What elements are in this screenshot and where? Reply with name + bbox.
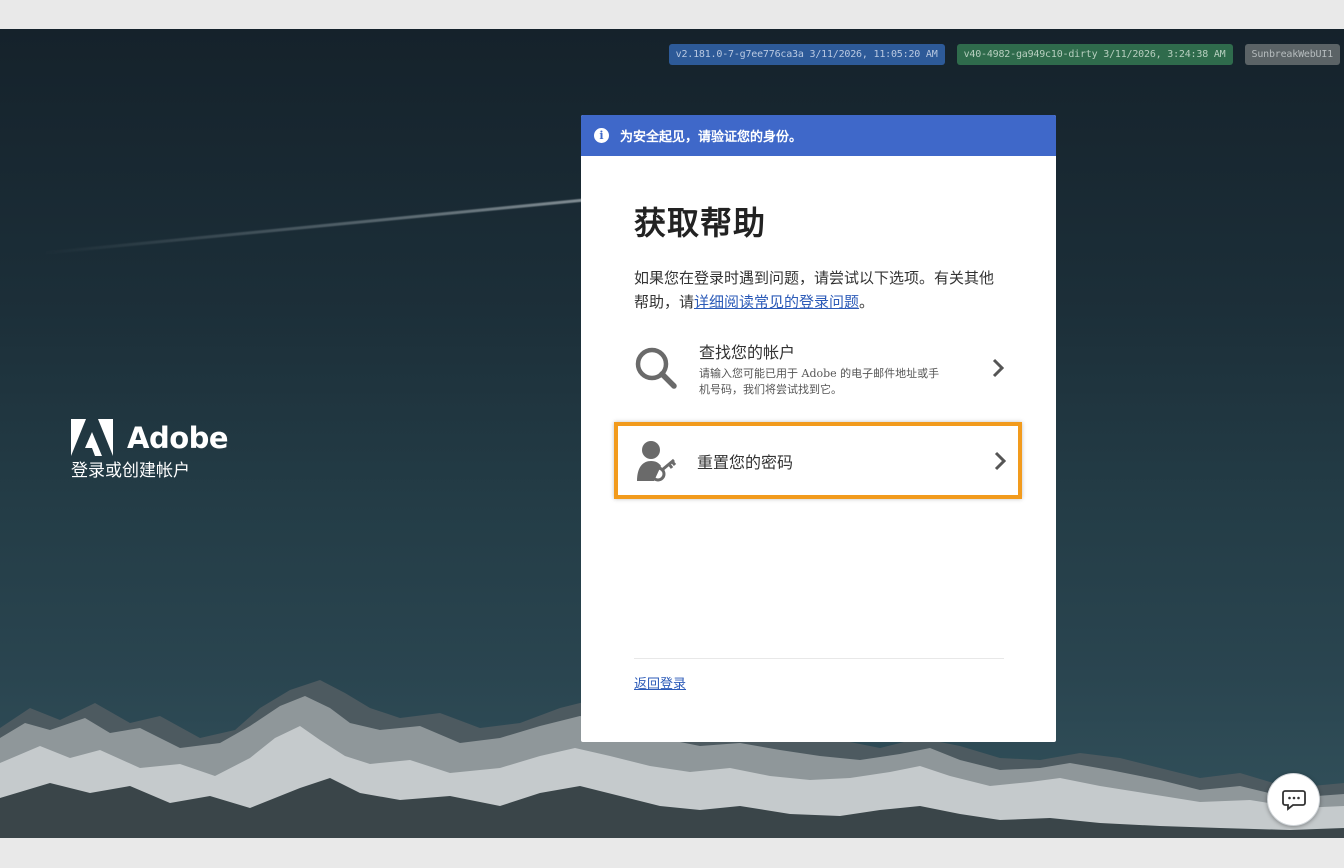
brand-name: Adobe	[127, 420, 229, 455]
footer-divider	[634, 658, 1004, 659]
contrail-decoration	[42, 197, 601, 255]
chat-button[interactable]	[1267, 773, 1320, 826]
reset-password-option[interactable]: 重置您的密码	[614, 422, 1022, 499]
app-name-badge: SunbreakWebUI1	[1244, 44, 1340, 65]
get-help-card: i 为安全起见，请验证您的身份。 获取帮助 如果您在登录时遇到问题，请尝试以下选…	[581, 115, 1056, 742]
reset-password-title: 重置您的密码	[697, 452, 794, 472]
brand-block: Adobe 登录或创建帐户	[71, 419, 229, 481]
build-version-badge: v2.181.0-7-g7ee776ca3a 3/11/2026, 11:05:…	[668, 44, 945, 65]
find-account-title: 查找您的帐户	[699, 342, 796, 362]
intro-suffix: 。	[859, 293, 875, 311]
security-notice-banner: i 为安全起见，请验证您的身份。	[581, 115, 1056, 156]
chevron-right-icon	[994, 451, 1006, 470]
login-background: v2.181.0-7-g7ee776ca3a 3/11/2026, 11:05:…	[0, 29, 1344, 838]
find-account-description: 请输入您可能已用于 Adobe 的电子邮件地址或手机号码，我们将尝试找到它。	[699, 366, 940, 396]
chat-icon	[1281, 789, 1306, 811]
back-to-login-link[interactable]: 返回登录	[634, 673, 686, 692]
brand-tagline: 登录或创建帐户	[71, 461, 190, 481]
build-info-badges: v2.181.0-7-g7ee776ca3a 3/11/2026, 11:05:…	[668, 44, 1340, 65]
adobe-logo-icon	[71, 419, 113, 456]
info-icon: i	[594, 128, 609, 143]
find-account-option[interactable]: 查找您的帐户 请输入您可能已用于 Adobe 的电子邮件地址或手机号码，我们将尝…	[634, 340, 1004, 396]
intro-text: 如果您在登录时遇到问题，请尝试以下选项。有关其他帮助，请详细阅读常见的登录问题。	[634, 266, 1004, 314]
chevron-right-icon	[992, 358, 1004, 378]
common-login-issues-link[interactable]: 详细阅读常见的登录问题	[694, 293, 859, 311]
search-icon	[635, 347, 677, 389]
security-notice-text: 为安全起见，请验证您的身份。	[620, 130, 803, 145]
backend-version-badge: v40-4982-ga949c10-dirty 3/11/2026, 3:24:…	[956, 44, 1233, 65]
user-key-icon	[637, 440, 677, 481]
page-title: 获取帮助	[634, 204, 767, 242]
